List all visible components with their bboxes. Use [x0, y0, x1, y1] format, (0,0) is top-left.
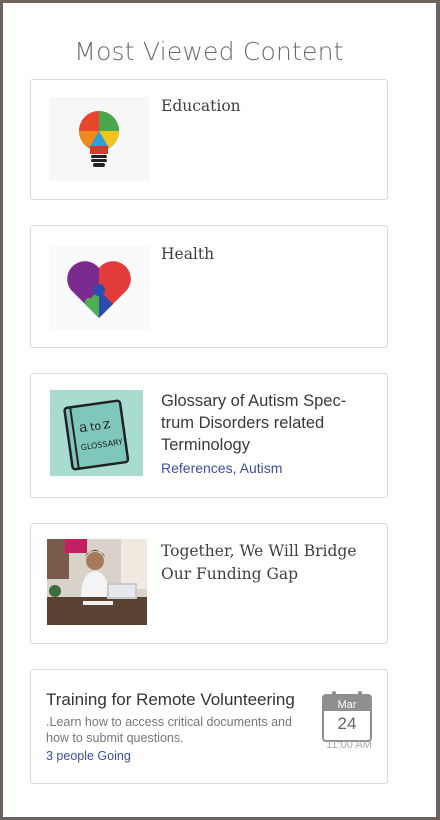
tag-link[interactable]: Autism [240, 460, 283, 476]
lightbulb-puzzle-icon [49, 97, 149, 181]
card-title[interactable]: Together, We Will Bridge Our Funding Gap [161, 540, 366, 586]
content-card-health[interactable]: Health [30, 225, 388, 348]
content-card-glossary[interactable]: a to z GLOSSARY Glossary of Autism Spec-… [30, 373, 388, 498]
event-card[interactable]: Training for Remote Volunteering .Learn … [30, 669, 388, 784]
glossary-book-icon: a to z GLOSSARY [50, 390, 143, 476]
tag-separator: , [232, 460, 240, 476]
card-title[interactable]: Education [161, 95, 366, 118]
content-card-education[interactable]: Education [30, 79, 388, 200]
event-description: .Learn how to access critical documents … [46, 715, 292, 745]
section-title: Most Viewed Content [74, 37, 344, 66]
content-card-funding[interactable]: Together, We Will Bridge Our Funding Gap [30, 523, 388, 644]
event-time: 11:00 AM [326, 739, 372, 751]
card-title[interactable]: Glossary of Autism Spec-trum Disorders r… [161, 390, 366, 456]
event-title[interactable]: Training for Remote Volunteering [46, 690, 295, 710]
event-attendance-link[interactable]: 3 people Going [46, 749, 131, 763]
woman-at-laptop-photo [47, 539, 147, 625]
tag-link[interactable]: References [161, 460, 233, 476]
puzzle-heart-icon [49, 246, 149, 330]
page-frame: Most Viewed Content Education Health a t… [0, 0, 440, 820]
calendar-icon: Mar 24 [322, 690, 372, 742]
calendar-day: 24 [337, 714, 357, 733]
card-title[interactable]: Health [161, 243, 366, 266]
svg-text:to: to [89, 419, 102, 433]
calendar-month: Mar [337, 699, 357, 711]
card-tags: References, Autism [161, 460, 282, 476]
